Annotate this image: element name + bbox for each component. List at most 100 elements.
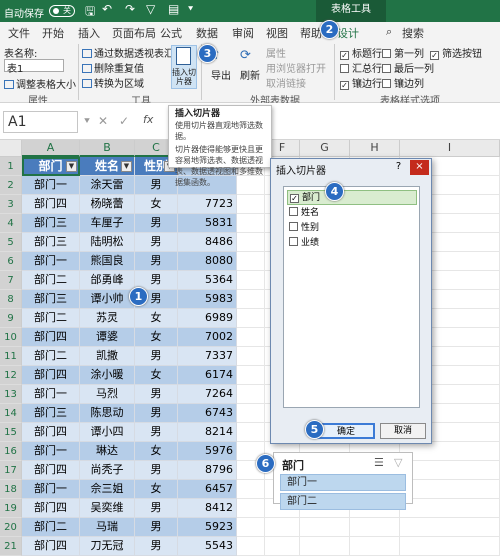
table-cell[interactable]: 琳达 bbox=[80, 442, 135, 461]
empty-cell[interactable] bbox=[237, 271, 265, 290]
table-cell[interactable]: 7264 bbox=[178, 385, 237, 404]
open-in-browser-button[interactable]: 用浏览器打开 bbox=[266, 60, 326, 75]
table-cell[interactable]: 男 bbox=[135, 233, 178, 252]
field-name-checkbox[interactable]: 姓名 bbox=[287, 206, 417, 221]
field-performance-checkbox[interactable]: 业绩 bbox=[287, 236, 417, 251]
table-cell[interactable]: 部门四 bbox=[22, 195, 80, 214]
empty-cell[interactable] bbox=[237, 499, 265, 518]
empty-cell[interactable] bbox=[237, 423, 265, 442]
row-header[interactable]: 10 bbox=[0, 328, 22, 347]
resize-table-button[interactable]: 调整表格大小 bbox=[4, 76, 76, 91]
empty-cell[interactable] bbox=[237, 252, 265, 271]
table-cell[interactable]: 女 bbox=[135, 480, 178, 499]
filter-icon[interactable]: ▽ bbox=[146, 2, 155, 16]
empty-cell[interactable] bbox=[237, 290, 265, 309]
row-header[interactable]: 3 bbox=[0, 195, 22, 214]
table-cell[interactable]: 8486 bbox=[178, 233, 237, 252]
empty-cell[interactable] bbox=[265, 518, 300, 537]
last-column-checkbox[interactable]: 最后一列 bbox=[382, 60, 434, 75]
tab-search[interactable]: 搜索 bbox=[402, 25, 424, 41]
column-header[interactable]: A bbox=[22, 140, 80, 157]
empty-cell[interactable] bbox=[350, 537, 400, 556]
row-header[interactable]: 12 bbox=[0, 366, 22, 385]
filter-button-checkbox[interactable]: ✓ 筛选按钮 bbox=[430, 45, 482, 60]
table-cell[interactable]: 6743 bbox=[178, 404, 237, 423]
dialog-close-button[interactable]: × bbox=[410, 160, 429, 175]
table-cell[interactable]: 8412 bbox=[178, 499, 237, 518]
empty-cell[interactable] bbox=[237, 328, 265, 347]
table-cell[interactable]: 部门一 bbox=[22, 385, 80, 404]
table-cell[interactable]: 男 bbox=[135, 423, 178, 442]
first-column-checkbox[interactable]: 第一列 bbox=[382, 45, 424, 60]
tab-file[interactable]: 文件 bbox=[8, 25, 30, 41]
table-cell[interactable]: 部门一 bbox=[22, 480, 80, 499]
tab-page-layout[interactable]: 页面布局 bbox=[112, 25, 156, 41]
refresh-button[interactable]: 刷新 bbox=[240, 67, 260, 82]
tab-data[interactable]: 数据 bbox=[196, 25, 218, 41]
row-header[interactable]: 13 bbox=[0, 385, 22, 404]
save-icon[interactable]: 🖫 bbox=[85, 2, 95, 23]
pivot-summarize-button[interactable]: 通过数据透视表汇总 bbox=[82, 45, 184, 60]
empty-cell[interactable] bbox=[237, 518, 265, 537]
table-cell[interactable]: 男 bbox=[135, 518, 178, 537]
empty-cell[interactable] bbox=[400, 537, 500, 556]
search-icon[interactable]: ⌕ bbox=[386, 25, 392, 39]
row-header[interactable]: 11 bbox=[0, 347, 22, 366]
select-all-corner[interactable] bbox=[0, 140, 22, 157]
table-cell[interactable]: 5923 bbox=[178, 518, 237, 537]
empty-cell[interactable] bbox=[237, 309, 265, 328]
table-cell[interactable]: 车厘子 bbox=[80, 214, 135, 233]
slicer-item[interactable]: 部门二 bbox=[280, 493, 406, 510]
table-cell[interactable]: 7337 bbox=[178, 347, 237, 366]
table-cell[interactable]: 部门三 bbox=[22, 404, 80, 423]
table-cell[interactable]: 女 bbox=[135, 442, 178, 461]
table-cell[interactable]: 男 bbox=[135, 347, 178, 366]
table-cell[interactable]: 6457 bbox=[178, 480, 237, 499]
row-header[interactable]: 5 bbox=[0, 233, 22, 252]
table-cell[interactable]: 部门三 bbox=[22, 233, 80, 252]
table-cell[interactable]: 5976 bbox=[178, 442, 237, 461]
table-cell[interactable]: 刀无冠 bbox=[80, 537, 135, 556]
table-cell[interactable]: 吴奕维 bbox=[80, 499, 135, 518]
export-button[interactable]: 导出 bbox=[211, 67, 231, 82]
field-gender-checkbox[interactable]: 性别 bbox=[287, 221, 417, 236]
row-header[interactable]: 21 bbox=[0, 537, 22, 556]
row-header[interactable]: 17 bbox=[0, 461, 22, 480]
empty-cell[interactable] bbox=[350, 518, 400, 537]
empty-cell[interactable] bbox=[300, 537, 350, 556]
unlink-button[interactable]: 取消链接 bbox=[266, 75, 306, 90]
table-cell[interactable]: 男 bbox=[135, 461, 178, 480]
table-cell[interactable]: 部门四 bbox=[22, 499, 80, 518]
table-cell[interactable]: 5983 bbox=[178, 290, 237, 309]
table-cell[interactable]: 女 bbox=[135, 366, 178, 385]
cancel-button[interactable]: 取消 bbox=[380, 423, 426, 439]
table-cell[interactable]: 凯撒 bbox=[80, 347, 135, 366]
autosave-toggle[interactable]: 关 bbox=[49, 5, 75, 17]
table-cell[interactable]: 5543 bbox=[178, 537, 237, 556]
enter-icon[interactable]: ✓ bbox=[119, 114, 129, 128]
row-header[interactable]: 2 bbox=[0, 176, 22, 195]
dialog-help-button[interactable]: ? bbox=[389, 160, 408, 175]
table-cell[interactable]: 马烈 bbox=[80, 385, 135, 404]
multi-select-icon[interactable]: ☰ bbox=[374, 456, 384, 469]
tab-formulas[interactable]: 公式 bbox=[160, 25, 182, 41]
table-cell[interactable]: 马瑞 bbox=[80, 518, 135, 537]
row-header[interactable]: 15 bbox=[0, 423, 22, 442]
column-header[interactable]: G bbox=[300, 140, 350, 157]
row-header[interactable]: 9 bbox=[0, 309, 22, 328]
empty-cell[interactable] bbox=[400, 442, 500, 461]
table-cell[interactable]: 男 bbox=[135, 537, 178, 556]
table-cell[interactable]: 熊国良 bbox=[80, 252, 135, 271]
row-header[interactable]: 20 bbox=[0, 518, 22, 537]
table-cell[interactable]: 佘三姐 bbox=[80, 480, 135, 499]
empty-cell[interactable] bbox=[400, 518, 500, 537]
table-cell[interactable]: 部门二 bbox=[22, 518, 80, 537]
table-name-input[interactable]: 表1 bbox=[4, 59, 64, 75]
empty-cell[interactable] bbox=[300, 518, 350, 537]
banded-rows-checkbox[interactable]: ✓ 镶边行 bbox=[340, 75, 382, 90]
header-row-checkbox[interactable]: ✓ 标题行 bbox=[340, 45, 382, 60]
table-cell[interactable]: 部门三 bbox=[22, 214, 80, 233]
table-cell[interactable]: 女 bbox=[135, 309, 178, 328]
ext-properties-button[interactable]: 属性 bbox=[266, 45, 286, 60]
name-box-dropdown-icon[interactable]: ⯆ bbox=[83, 116, 91, 127]
